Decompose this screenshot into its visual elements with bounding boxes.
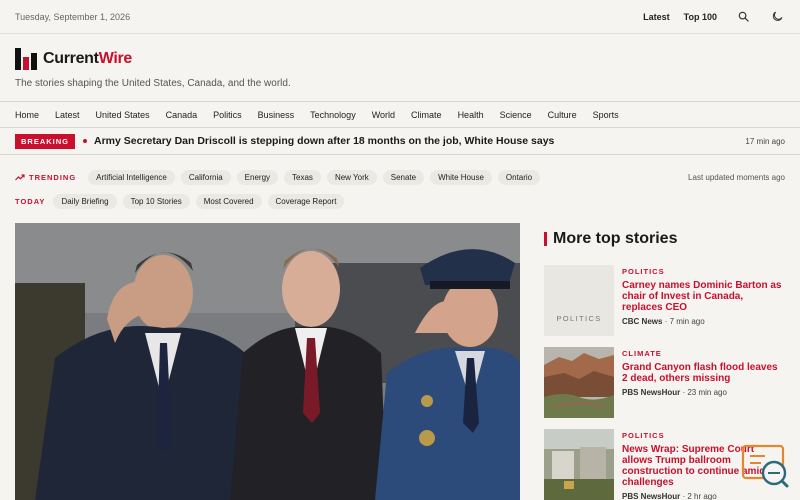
- story-body: CLIMATE Grand Canyon flash flood leaves …: [622, 347, 785, 418]
- construction-photo-illustration: [544, 429, 614, 500]
- chat-search-icon: [741, 444, 789, 488]
- story-headline[interactable]: Grand Canyon flash flood leaves 2 dead, …: [622, 362, 785, 384]
- moon-icon[interactable]: [769, 9, 785, 25]
- trending-chip-ontario[interactable]: Ontario: [497, 169, 541, 185]
- nav-technology[interactable]: Technology: [310, 110, 356, 120]
- search-icon[interactable]: [735, 9, 751, 25]
- top-bar: Tuesday, September 1, 2026 Latest Top 10…: [0, 0, 800, 34]
- trending-chip-senate[interactable]: Senate: [382, 169, 425, 185]
- nav-world[interactable]: World: [372, 110, 395, 120]
- breaking-time: 17 min ago: [745, 136, 785, 146]
- main-nav: Home Latest United States Canada Politic…: [0, 102, 800, 128]
- story-item[interactable]: CLIMATE Grand Canyon flash flood leaves …: [544, 347, 785, 418]
- thumbnail-category-label: POLITICS: [556, 314, 602, 323]
- story-body: POLITICS Carney names Dominic Barton as …: [622, 265, 785, 336]
- story-thumbnail: [544, 347, 614, 418]
- lead-photo-illustration: [15, 223, 520, 500]
- nav-climate[interactable]: Climate: [411, 110, 442, 120]
- trending-chip-california[interactable]: California: [180, 169, 231, 185]
- top-100-link[interactable]: Top 100: [684, 12, 717, 22]
- nav-sports[interactable]: Sports: [593, 110, 619, 120]
- lead-story-image[interactable]: [15, 223, 520, 500]
- nav-culture[interactable]: Culture: [548, 110, 577, 120]
- nav-home[interactable]: Home: [15, 110, 39, 120]
- story-category: CLIMATE: [622, 349, 662, 358]
- trending-chip-artificial-intelligence[interactable]: Artificial Intelligence: [88, 169, 175, 185]
- story-item[interactable]: POLITICS POLITICS Carney names Dominic B…: [544, 265, 785, 336]
- story-headline[interactable]: Carney names Dominic Barton as chair of …: [622, 280, 785, 313]
- trending-chip-energy[interactable]: Energy: [236, 169, 279, 185]
- story-meta: CBC News · 7 min ago: [622, 317, 705, 326]
- today-label: TODAY: [15, 196, 46, 206]
- today-row: TODAY Daily Briefing Top 10 Stories Most…: [0, 189, 800, 213]
- story-source: PBS NewsHour: [622, 388, 681, 397]
- trending-label: TRENDING: [15, 173, 76, 182]
- story-source: PBS NewsHour: [622, 492, 681, 500]
- nav-canada[interactable]: Canada: [166, 110, 198, 120]
- masthead: CurrentWire The stories shaping the Unit…: [0, 34, 800, 102]
- sidebar-title: More top stories: [544, 229, 785, 249]
- trending-chip-texas[interactable]: Texas: [284, 169, 321, 185]
- story-time: 7 min ago: [669, 317, 705, 326]
- logo-mark-icon: [15, 48, 37, 70]
- breaking-headline[interactable]: Army Secretary Dan Driscoll is stepping …: [94, 135, 745, 147]
- nav-business[interactable]: Business: [258, 110, 295, 120]
- trending-label-text: TRENDING: [29, 172, 77, 182]
- breaking-news-bar: BREAKING Army Secretary Dan Driscoll is …: [0, 128, 800, 155]
- story-source: CBC News: [622, 317, 663, 326]
- story-meta: PBS NewsHour · 2 hr ago: [622, 492, 717, 500]
- today-chip-most-covered[interactable]: Most Covered: [195, 193, 262, 209]
- trending-row: TRENDING Artificial Intelligence Califor…: [0, 165, 800, 189]
- story-category: POLITICS: [622, 267, 665, 276]
- nav-united-states[interactable]: United States: [96, 110, 150, 120]
- trending-chip-new-york[interactable]: New York: [326, 169, 377, 185]
- story-time: 23 min ago: [687, 388, 727, 397]
- story-category: POLITICS: [622, 431, 665, 440]
- page: Tuesday, September 1, 2026 Latest Top 10…: [0, 0, 800, 500]
- trending-arrow-icon: [15, 173, 25, 180]
- breaking-badge: BREAKING: [15, 133, 76, 149]
- today-chip-top-10-stories[interactable]: Top 10 Stories: [122, 193, 190, 209]
- live-dot-icon: [83, 139, 88, 143]
- story-thumbnail-placeholder: POLITICS: [544, 265, 614, 336]
- latest-link[interactable]: Latest: [643, 12, 670, 22]
- canyon-photo-illustration: [544, 347, 614, 418]
- nav-latest[interactable]: Latest: [55, 110, 80, 120]
- top-links: Latest Top 100: [643, 9, 785, 25]
- story-time: 2 hr ago: [687, 492, 717, 500]
- story-meta: PBS NewsHour · 23 min ago: [622, 388, 727, 397]
- sidebar-title-text: More top stories: [553, 230, 678, 247]
- brand-name-prefix: Current: [43, 50, 99, 67]
- nav-politics[interactable]: Politics: [213, 110, 242, 120]
- trending-chip-white-house[interactable]: White House: [430, 169, 492, 185]
- tagline: The stories shaping the United States, C…: [15, 78, 291, 89]
- brand-name: CurrentWire: [43, 50, 132, 68]
- brand-logo[interactable]: CurrentWire: [15, 48, 785, 70]
- title-accent-bar: [544, 232, 547, 246]
- today-chip-coverage-report[interactable]: Coverage Report: [267, 193, 345, 209]
- nav-health[interactable]: Health: [458, 110, 484, 120]
- today-chip-daily-briefing[interactable]: Daily Briefing: [53, 193, 117, 209]
- nav-science[interactable]: Science: [500, 110, 532, 120]
- brand-name-suffix: Wire: [98, 50, 133, 67]
- last-updated: Last updated moments ago: [688, 172, 785, 182]
- story-thumbnail: [544, 429, 614, 500]
- current-date: Tuesday, September 1, 2026: [15, 11, 131, 22]
- chat-assistant-button[interactable]: [741, 444, 789, 492]
